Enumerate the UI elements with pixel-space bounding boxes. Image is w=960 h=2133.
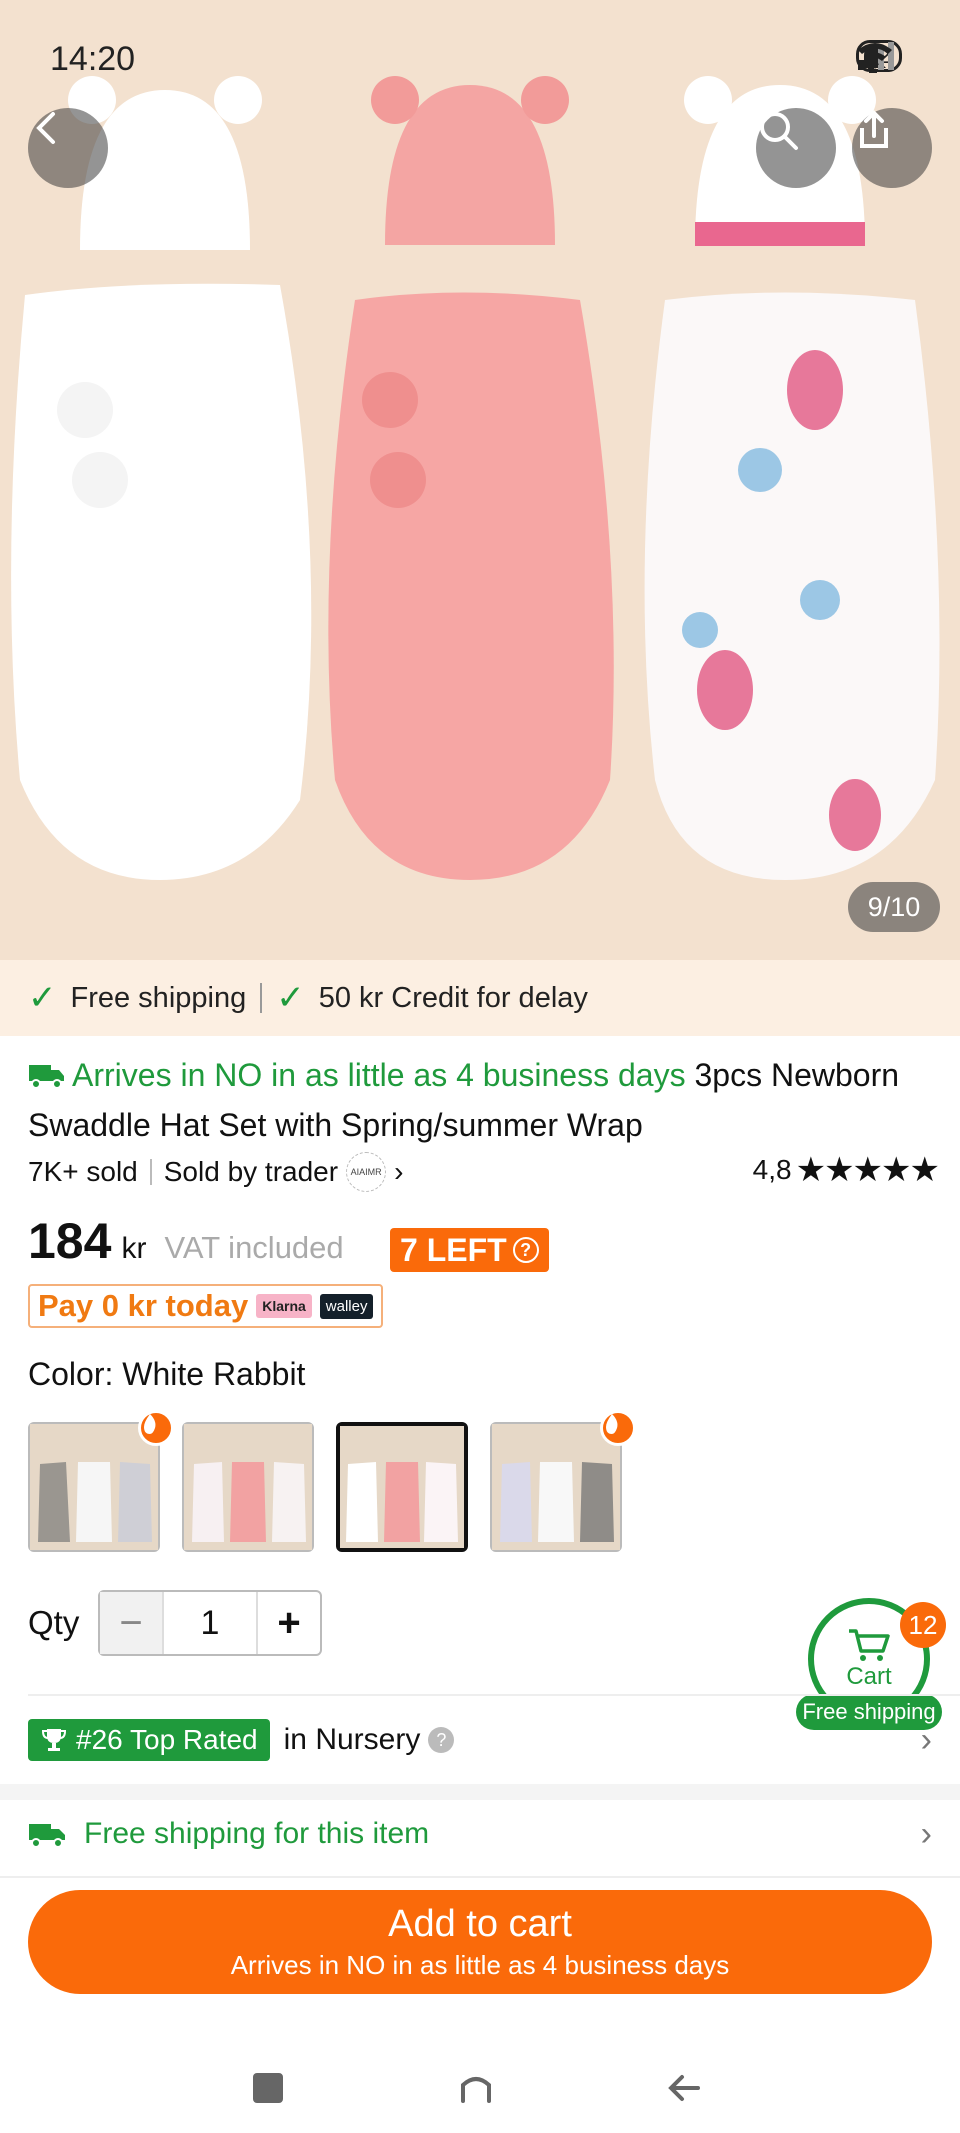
- status-time: 14:20: [50, 40, 136, 78]
- pay-later-banner[interactable]: Pay 0 kr today Klarna walley: [28, 1284, 384, 1328]
- category-text: in Nursery: [283, 1723, 421, 1756]
- divider: [28, 1694, 960, 1696]
- product-title: Arrives in NO in as little as 4 business…: [28, 1050, 938, 1150]
- top-rated-text: #26 Top Rated: [76, 1724, 258, 1755]
- price-row: 184 kr VAT included: [28, 1212, 344, 1282]
- share-icon: [860, 110, 888, 148]
- shipping-benefits-strip: ✓ Free shipping ✓ 50 kr Credit for delay: [0, 960, 960, 1036]
- back-arrow-icon: [668, 2075, 700, 2101]
- swatch-thumbnail: [30, 1424, 158, 1550]
- color-option-white-rabbit[interactable]: [336, 1422, 468, 1552]
- seller-logo: AIAIMR: [346, 1152, 387, 1192]
- chevron-right-icon: ›: [920, 1720, 932, 1759]
- increase-qty-button[interactable]: +: [256, 1592, 320, 1654]
- share-button[interactable]: [852, 108, 932, 188]
- qty-label: Qty: [28, 1604, 80, 1641]
- hot-flame-icon: [600, 1410, 636, 1446]
- floating-cart-button[interactable]: Cart 12 Free shipping: [796, 1598, 946, 1730]
- rating-value: 4,8: [752, 1154, 792, 1185]
- vat-note: VAT included: [164, 1230, 344, 1265]
- question-icon: ?: [512, 1237, 539, 1263]
- search-button[interactable]: [756, 108, 836, 188]
- sold-count: 7K+ sold: [28, 1156, 138, 1187]
- sales-seller-row: 7K+ sold Sold by trader AIAIMR › 4,8 ★★★…: [28, 1150, 940, 1194]
- quantity-stepper: − 1 +: [98, 1590, 322, 1656]
- product-image-gallery[interactable]: 14:20 92 9/10: [0, 0, 960, 960]
- home-button[interactable]: [446, 2058, 506, 2118]
- rating[interactable]: 4,8 ★★★★★: [752, 1150, 940, 1190]
- free-shipping-row[interactable]: Free shipping for this item ›: [28, 1810, 932, 1858]
- home-icon: [461, 2077, 491, 2103]
- hot-flame-icon: [138, 1410, 174, 1446]
- color-option-pink-floral[interactable]: [182, 1422, 314, 1552]
- klarna-logo: Klarna: [256, 1294, 312, 1318]
- check-icon: ✓: [28, 979, 57, 1017]
- delivery-estimate: Arrives in NO in as little as 4 business…: [72, 1057, 686, 1093]
- top-rated-row[interactable]: #26 Top Rated in Nursery ? ›: [28, 1718, 932, 1762]
- qty-value[interactable]: 1: [164, 1592, 256, 1654]
- price-amount: 184: [28, 1213, 112, 1269]
- trophy-icon: [41, 1729, 67, 1751]
- rating-stars: ★★★★★: [795, 1151, 940, 1189]
- add-to-cart-button[interactable]: Add to cart Arrives in NO in as little a…: [28, 1890, 932, 1994]
- wifi-icon: [857, 43, 892, 69]
- cart-icon: [849, 1629, 890, 1661]
- walley-logo: walley: [319, 1293, 374, 1319]
- divider: [149, 1159, 152, 1185]
- stock-badge[interactable]: 7 LEFT ?: [390, 1228, 549, 1272]
- check-icon: ✓: [276, 979, 305, 1017]
- divider: [260, 983, 263, 1013]
- divider: [0, 1876, 960, 1878]
- chevron-right-icon: ›: [920, 1814, 932, 1853]
- stock-text: 7 LEFT: [400, 1231, 507, 1268]
- free-shipping-text: Free shipping: [70, 981, 247, 1014]
- gallery-page-indicator: 9/10: [848, 882, 940, 932]
- pay-today-text: Pay 0 kr today: [38, 1288, 249, 1323]
- swatch-thumbnail: [492, 1424, 620, 1550]
- cart-label: Cart: [846, 1663, 892, 1690]
- system-nav-bar: [0, 2040, 960, 2133]
- free-shipping-item-text: Free shipping for this item: [84, 1817, 430, 1850]
- help-icon: ?: [428, 1727, 455, 1753]
- top-rated-badge: #26 Top Rated: [28, 1719, 270, 1761]
- seller-link[interactable]: Sold by trader AIAIMR ›: [163, 1152, 404, 1192]
- sold-by-text: Sold by trader: [163, 1156, 339, 1187]
- credit-delay-text: 50 kr Credit for delay: [318, 981, 588, 1014]
- search-icon: [760, 112, 798, 150]
- color-option-gray[interactable]: [28, 1410, 174, 1552]
- price-currency: kr: [121, 1232, 147, 1265]
- chevron-right-icon: ›: [394, 1156, 404, 1187]
- add-to-cart-delivery: Arrives in NO in as little as 4 business…: [230, 1950, 730, 1980]
- status-bar: 14:20 92: [0, 0, 960, 112]
- truck-icon: [29, 1824, 65, 1848]
- swatch-thumbnail: [184, 1424, 312, 1550]
- square-icon: [253, 2073, 283, 2103]
- truck-icon: [29, 1065, 64, 1089]
- color-option-blue-gray[interactable]: [490, 1410, 636, 1552]
- back-button[interactable]: [28, 108, 108, 188]
- color-label: Color: White Rabbit: [28, 1356, 306, 1392]
- decrease-qty-button[interactable]: −: [100, 1592, 164, 1654]
- cart-count-badge: 12: [900, 1602, 946, 1648]
- swatch-thumbnail: [340, 1426, 464, 1548]
- color-swatches: [28, 1410, 636, 1552]
- back-nav-button[interactable]: [654, 2058, 714, 2118]
- section-separator: [0, 1784, 960, 1800]
- chevron-left-icon: [36, 112, 55, 144]
- recents-button[interactable]: [238, 2058, 298, 2118]
- add-to-cart-label: Add to cart: [388, 1903, 572, 1945]
- status-icons: 92: [855, 40, 902, 73]
